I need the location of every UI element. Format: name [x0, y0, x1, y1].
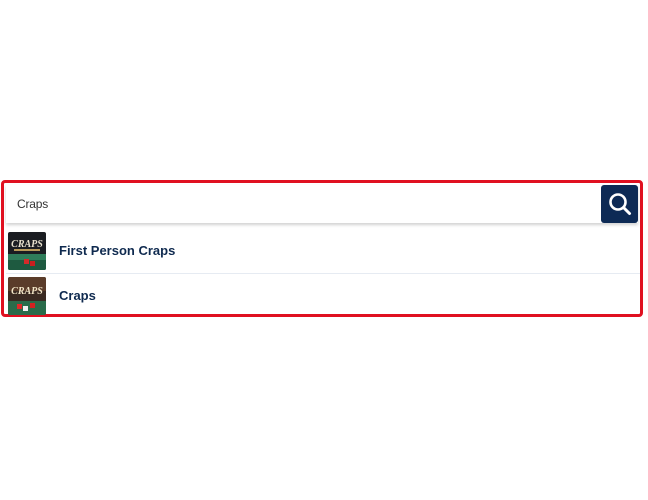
search-highlight-box: CRAPS First Person Craps CRAPS [1, 180, 643, 317]
result-item-first-person-craps[interactable]: CRAPS First Person Craps [6, 229, 640, 274]
search-button[interactable] [601, 185, 638, 223]
search-input[interactable] [6, 185, 600, 223]
search-bar [6, 185, 638, 223]
search-results: CRAPS First Person Craps CRAPS Craps [6, 229, 640, 318]
result-label: Craps [59, 288, 96, 303]
result-label: First Person Craps [59, 243, 176, 258]
search-icon [608, 193, 631, 215]
thumb-text: CRAPS [11, 286, 43, 297]
game-thumbnail: CRAPS [8, 232, 46, 270]
game-thumbnail: CRAPS [8, 277, 46, 315]
result-item-craps[interactable]: CRAPS Craps [6, 274, 640, 318]
thumb-text: CRAPS [11, 239, 43, 250]
